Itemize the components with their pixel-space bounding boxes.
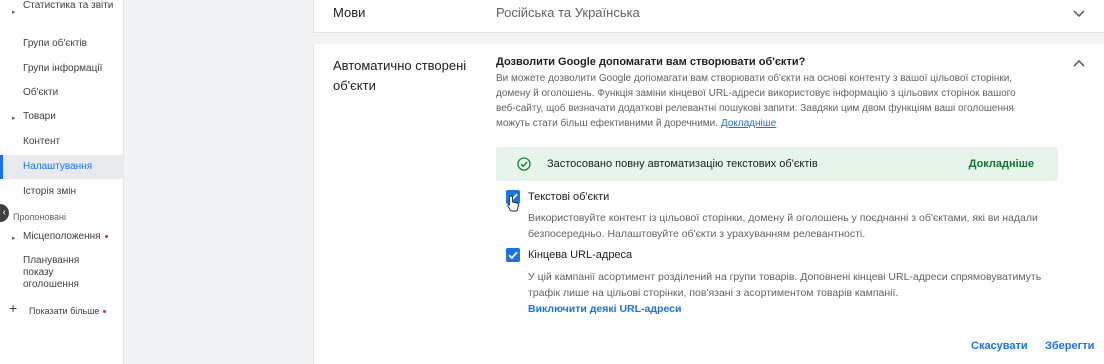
sidebar-item-label: Історія змін — [23, 186, 76, 197]
auto-assets-section: Автоматично створені об'єкти Дозволити G… — [313, 44, 1104, 364]
languages-row[interactable]: Мови Російська та Українська — [313, 0, 1104, 33]
sidebar-item-settings[interactable]: Налаштування — [0, 155, 124, 179]
banner-learn-more-link[interactable]: Докладніше — [969, 158, 1034, 170]
sidebar-item-label: Групи об'єктів — [23, 38, 87, 49]
sidebar-item-label: Об'єкти — [23, 87, 59, 98]
sidebar: ▸ Статистика та звіти Групи об'єктів Гру… — [0, 0, 124, 364]
languages-label: Мови — [333, 5, 366, 20]
sidebar-item-label: Групи інформації — [23, 63, 103, 74]
banner-text: Застосовано повну автоматизацію текстови… — [547, 158, 818, 170]
final-url-title: Кінцева URL-адреса — [528, 249, 633, 261]
check-circle-icon — [517, 157, 531, 171]
section-label-suggested: Пропоновані — [13, 212, 66, 222]
languages-value: Російська та Українська — [496, 5, 640, 20]
final-url-checkbox[interactable] — [506, 248, 520, 262]
sidebar-item-change-history[interactable]: Історія змін — [0, 186, 124, 198]
sidebar-item-label: Місцеположення — [23, 231, 108, 243]
sidebar-item-content[interactable]: Контент — [0, 136, 124, 148]
hand-cursor-icon — [507, 195, 519, 212]
sidebar-item-products[interactable]: ▸ Товари — [0, 111, 124, 123]
auto-assets-description: Ви можете дозволити Google допомагати ва… — [496, 73, 1016, 129]
notification-dot — [104, 234, 108, 238]
sidebar-item-asset-groups[interactable]: Групи об'єктів — [0, 38, 124, 50]
sidebar-item-assets[interactable]: Об'єкти — [0, 87, 124, 99]
auto-assets-question: Дозволити Google допомагати вам створюва… — [496, 56, 806, 68]
sidebar-item-label: Товари — [23, 111, 56, 122]
sidebar-item-label: Налаштування — [23, 161, 93, 172]
final-url-description: У цій кампанії асортимент розділений на … — [528, 271, 1042, 299]
caret-right-icon: ▸ — [12, 235, 16, 242]
automation-banner: Застосовано повну автоматизацію текстови… — [496, 147, 1058, 181]
sidebar-item-label: Планування показу оголошення — [23, 255, 80, 290]
caret-right-icon: ▸ — [12, 115, 16, 122]
auto-assets-label: Автоматично створені об'єкти — [333, 58, 467, 93]
chevron-left-icon[interactable]: ‹ — [0, 204, 9, 222]
learn-more-link[interactable]: Докладніше — [721, 118, 777, 129]
chevron-up-icon[interactable] — [1071, 56, 1087, 72]
exclude-urls-link[interactable]: Виключити деякі URL-адреси — [528, 303, 681, 315]
sidebar-item-listing-groups[interactable]: Групи інформації — [0, 63, 124, 75]
sidebar-item-reports[interactable]: ▸ Статистика та звіти — [0, 0, 124, 24]
chevron-down-icon[interactable] — [1071, 5, 1087, 21]
sidebar-item-ad-schedule[interactable]: Планування показу оголошення — [0, 255, 124, 291]
text-assets-title: Текстові об'єкти — [528, 191, 610, 203]
sidebar-item-label: Статистика та звіти — [23, 0, 114, 11]
save-button[interactable]: Зберегти — [1045, 340, 1094, 352]
checkmark-icon — [508, 251, 518, 260]
sidebar-item-label: Контент — [23, 136, 61, 147]
show-more-label: Показати більше — [29, 305, 107, 317]
cancel-button[interactable]: Скасувати — [971, 340, 1028, 352]
text-assets-description: Використовуйте контент із цільової сторі… — [528, 212, 1038, 240]
sidebar-item-locations[interactable]: ▸ Місцеположення — [0, 231, 124, 243]
caret-right-icon: ▸ — [12, 9, 16, 16]
show-more-button[interactable]: Показати більше — [0, 305, 124, 317]
notification-dot — [103, 310, 107, 314]
